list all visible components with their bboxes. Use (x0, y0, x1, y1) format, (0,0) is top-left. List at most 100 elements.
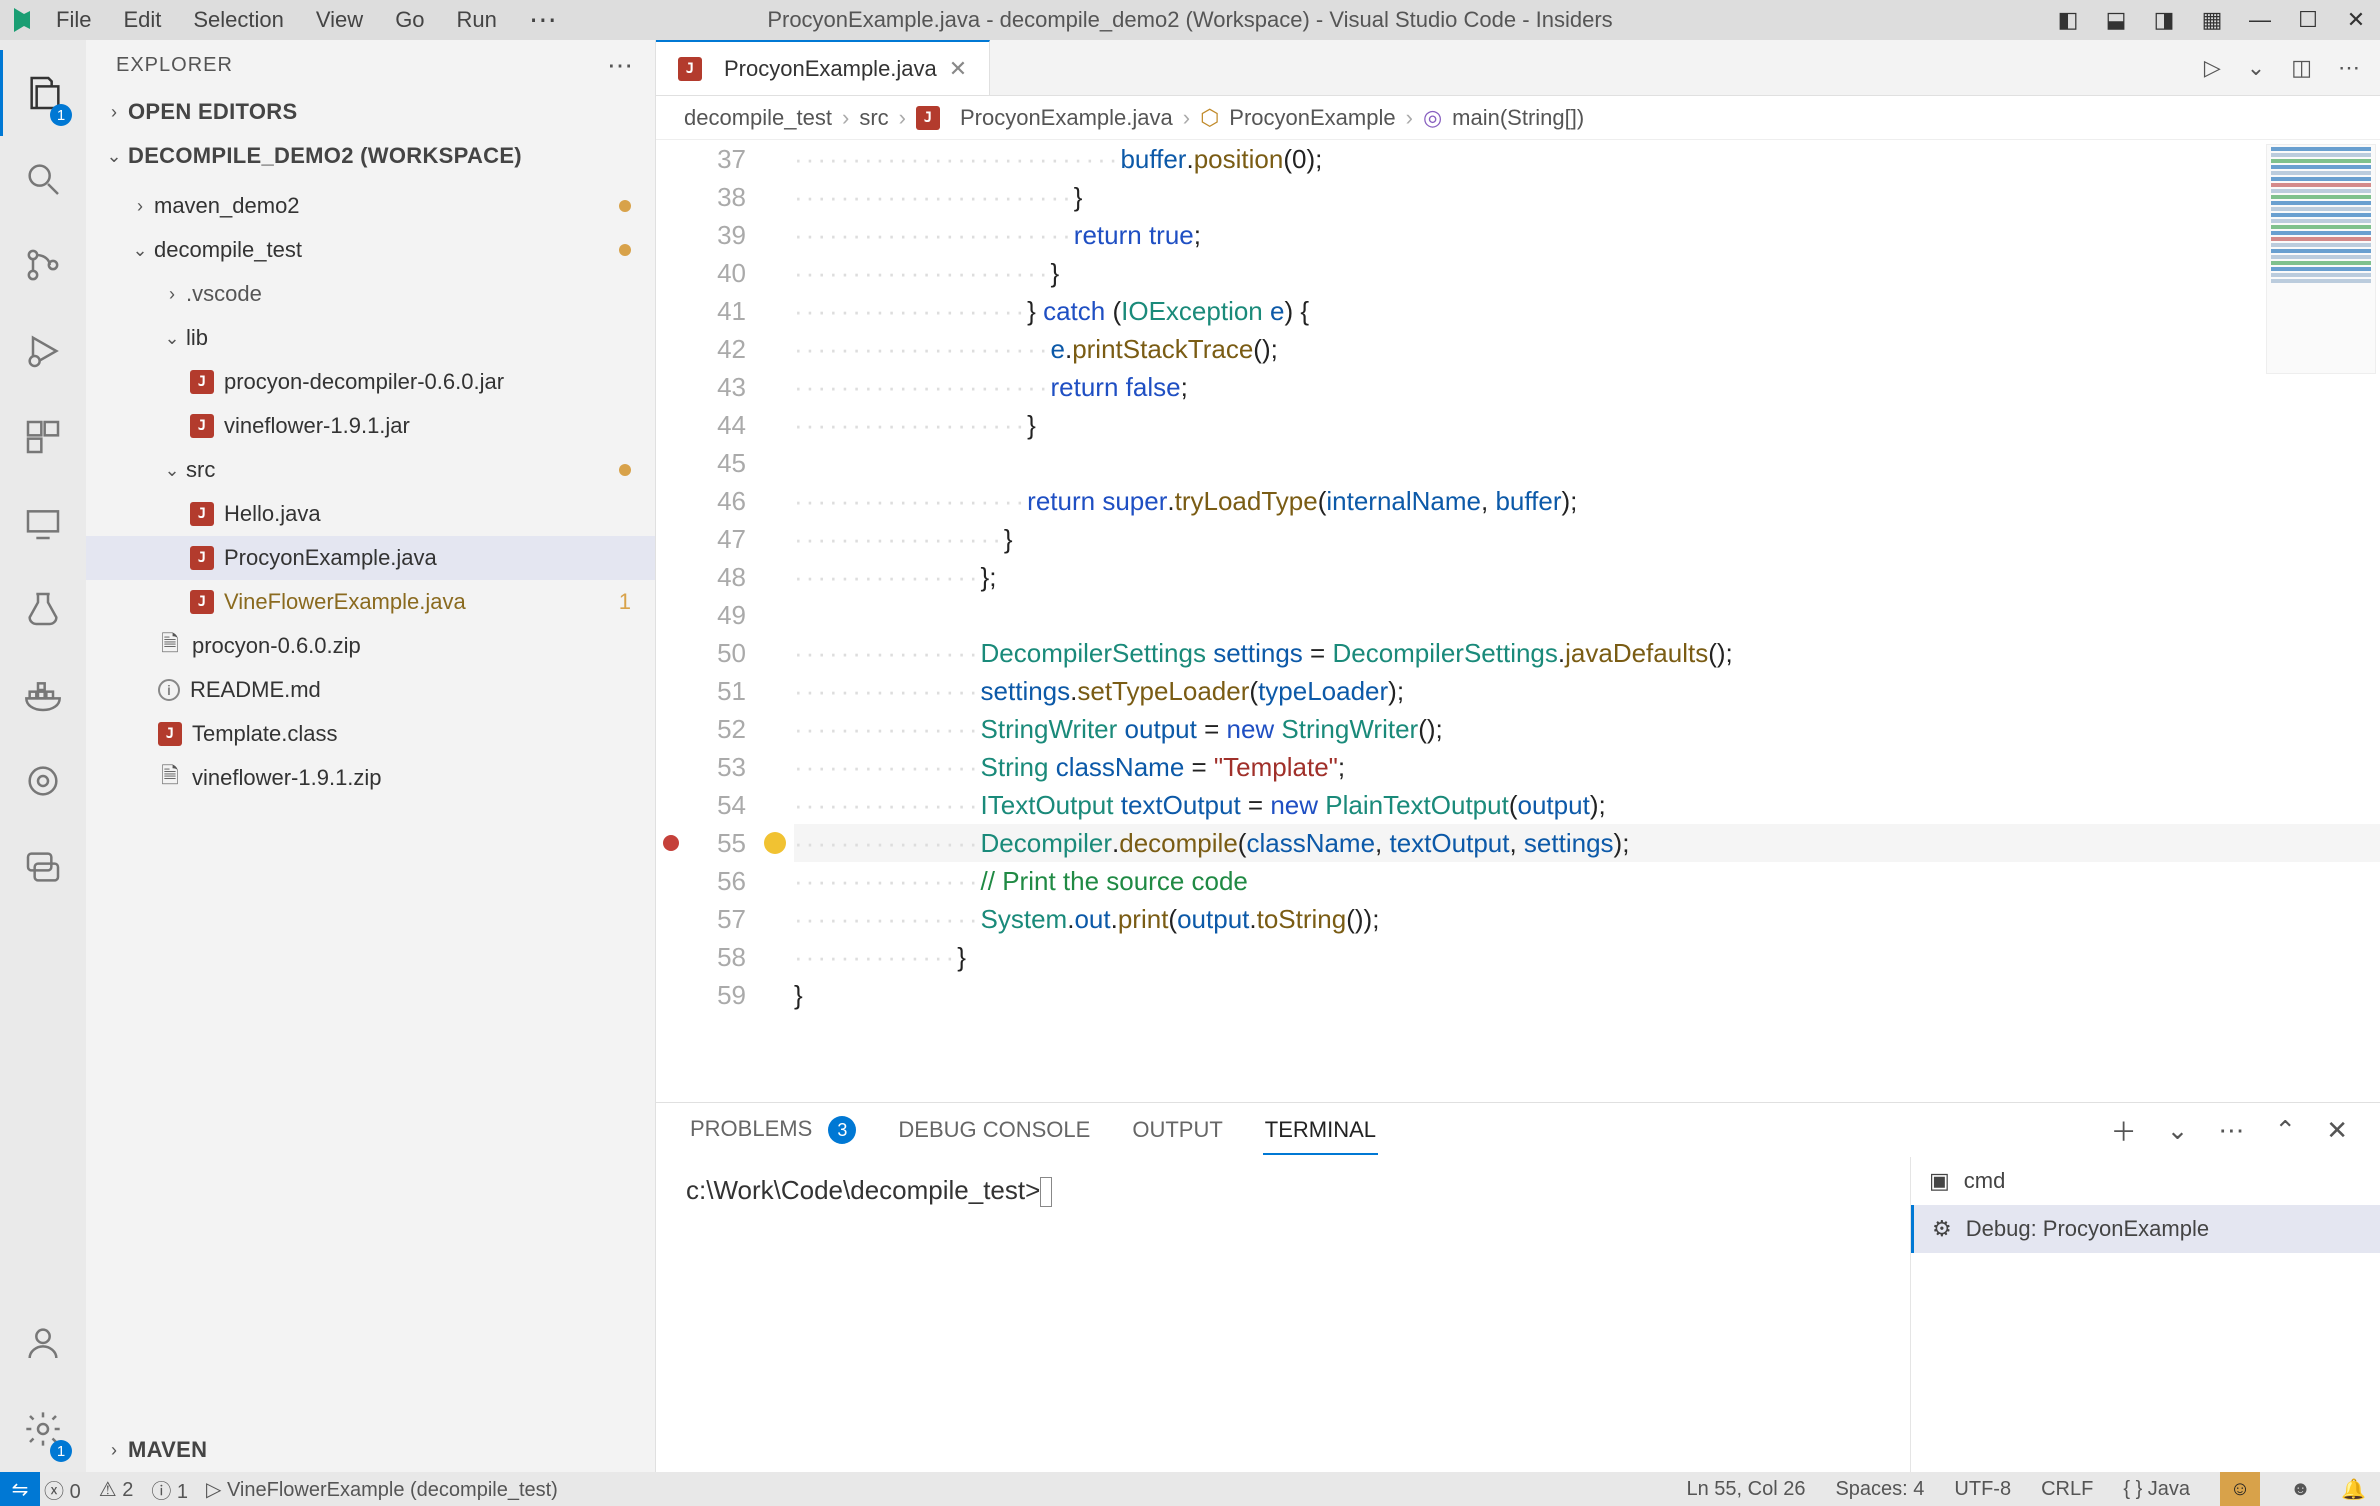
file-label: README.md (190, 677, 321, 703)
panel-maximize-icon[interactable]: ⌃ (2274, 1115, 2296, 1146)
layout-customize-icon[interactable]: ▦ (2188, 0, 2236, 40)
status-indent[interactable]: Spaces: 4 (1835, 1478, 1924, 1501)
editor-more-icon[interactable]: ⋯ (2338, 55, 2360, 81)
file-procyon-zip[interactable]: 🗎 procyon-0.6.0.zip (86, 624, 655, 668)
status-language[interactable]: { } Java (2123, 1478, 2190, 1501)
file-label: VineFlowerExample.java (224, 589, 466, 615)
maven-label: MAVEN (128, 1437, 207, 1463)
editor-tabs: J ProcyonExample.java ✕ ▷ ⌄ ◫ ⋯ (656, 40, 2380, 96)
activity-remote-explorer-icon[interactable] (0, 480, 86, 566)
file-readme-md[interactable]: i README.md (86, 668, 655, 712)
file-lib-1[interactable]: J vineflower-1.9.1.jar (86, 404, 655, 448)
java-file-icon: J (190, 414, 214, 438)
folder-vscode[interactable]: › .vscode (86, 272, 655, 316)
section-workspace[interactable]: ⌄ DECOMPILE_DEMO2 (WORKSPACE) (86, 134, 655, 178)
section-maven[interactable]: › MAVEN (86, 1428, 655, 1472)
split-editor-icon[interactable]: ◫ (2291, 55, 2312, 81)
file-label: procyon-decompiler-0.6.0.jar (224, 369, 504, 395)
java-file-icon: J (916, 106, 940, 130)
new-terminal-icon[interactable]: ＋ (2111, 1112, 2137, 1149)
status-errors[interactable]: ⓧ 0 (44, 1475, 81, 1504)
window-maximize-icon[interactable]: ☐ (2284, 0, 2332, 40)
folder-maven-demo2[interactable]: › maven_demo2 (86, 184, 655, 228)
file-procyon-example-java[interactable]: J ProcyonExample.java (86, 536, 655, 580)
status-feedback-icon[interactable]: ☻ (2290, 1478, 2311, 1501)
file-lib-0[interactable]: J procyon-decompiler-0.6.0.jar (86, 360, 655, 404)
breadcrumb-segment[interactable]: main(String[]) (1452, 105, 1584, 131)
sidebar-more-icon[interactable]: ⋯ (607, 50, 635, 81)
status-encoding[interactable]: UTF-8 (1954, 1478, 2011, 1501)
dirty-indicator-icon (619, 244, 631, 256)
remote-indicator-icon[interactable]: ⇋ (0, 1472, 40, 1506)
folder-decompile-test[interactable]: ⌄ decompile_test (86, 228, 655, 272)
lightbulb-icon[interactable] (764, 832, 786, 854)
terminal-item-debug[interactable]: ⚙ Debug: ProcyonExample (1911, 1205, 2380, 1253)
activity-extensions-icon[interactable] (0, 394, 86, 480)
status-warnings[interactable]: ⚠ 2 (99, 1477, 134, 1502)
panel-tab-output[interactable]: OUTPUT (1130, 1107, 1224, 1153)
terminal-item-cmd[interactable]: ▣ cmd (1911, 1157, 2380, 1205)
breadcrumb[interactable]: decompile_test› src› J ProcyonExample.ja… (656, 96, 2380, 140)
file-hello-java[interactable]: J Hello.java (86, 492, 655, 536)
code-view[interactable]: 3738394041424344454647484950515253545556… (656, 140, 2380, 1102)
problems-badge: 3 (828, 1116, 856, 1144)
file-vineflower-example-java[interactable]: J VineFlowerExample.java 1 (86, 580, 655, 624)
breakpoint-icon[interactable] (663, 835, 679, 851)
layout-primary-sidebar-icon[interactable]: ◧ (2044, 0, 2092, 40)
status-bell-icon[interactable]: 🔔 (2341, 1477, 2366, 1502)
activity-gear-alt-icon[interactable] (0, 738, 86, 824)
file-template-class[interactable]: J Template.class (86, 712, 655, 756)
activity-comments-icon[interactable] (0, 824, 86, 910)
breadcrumb-segment[interactable]: src (859, 105, 888, 131)
status-eol[interactable]: CRLF (2041, 1478, 2093, 1501)
activity-settings-icon[interactable]: 1 (0, 1386, 86, 1472)
activity-account-icon[interactable] (0, 1300, 86, 1386)
panel: PROBLEMS 3 DEBUG CONSOLE OUTPUT TERMINAL… (656, 1102, 2380, 1472)
breadcrumb-segment[interactable]: ProcyonExample.java (960, 105, 1173, 131)
activity-explorer-icon[interactable]: 1 (0, 50, 86, 136)
window-close-icon[interactable]: ✕ (2332, 0, 2380, 40)
open-editors-label: OPEN EDITORS (128, 99, 297, 125)
menu-file[interactable]: File (40, 0, 107, 40)
activity-docker-icon[interactable] (0, 652, 86, 738)
minimap[interactable] (2266, 144, 2376, 374)
menu-more-icon[interactable]: ⋯ (513, 0, 573, 40)
menu-view[interactable]: View (300, 0, 379, 40)
panel-close-icon[interactable]: ✕ (2326, 1115, 2348, 1146)
status-copilot-icon[interactable]: ☺ (2220, 1472, 2260, 1506)
layout-panel-icon[interactable]: ⬓ (2092, 0, 2140, 40)
panel-tab-terminal[interactable]: TERMINAL (1263, 1107, 1378, 1153)
layout-secondary-sidebar-icon[interactable]: ◨ (2140, 0, 2188, 40)
breadcrumb-segment[interactable]: decompile_test (684, 105, 832, 131)
menu-run[interactable]: Run (441, 0, 513, 40)
status-infos[interactable]: ⓘ 1 (151, 1475, 188, 1504)
java-file-icon: J (190, 370, 214, 394)
run-dropdown-icon[interactable]: ⌄ (2247, 55, 2265, 81)
menu-selection[interactable]: Selection (177, 0, 300, 40)
run-icon[interactable]: ▷ (2204, 55, 2221, 81)
status-line-col[interactable]: Ln 55, Col 26 (1686, 1478, 1805, 1501)
panel-tab-debug-console[interactable]: DEBUG CONSOLE (896, 1107, 1092, 1153)
chevron-right-icon: › (100, 1440, 128, 1461)
terminal-prompt: c:\Work\Code\decompile_test> (686, 1175, 1040, 1205)
folder-label: decompile_test (154, 237, 302, 263)
activity-source-control-icon[interactable] (0, 222, 86, 308)
folder-src[interactable]: ⌄ src (86, 448, 655, 492)
panel-more-icon[interactable]: ⋯ (2218, 1115, 2244, 1146)
status-run-target[interactable]: ▷ VineFlowerExample (decompile_test) (206, 1477, 558, 1502)
activity-search-icon[interactable] (0, 136, 86, 222)
close-icon[interactable]: ✕ (949, 56, 967, 82)
window-minimize-icon[interactable]: — (2236, 0, 2284, 40)
tab-procyon-example[interactable]: J ProcyonExample.java ✕ (656, 40, 990, 95)
terminal-split-dropdown-icon[interactable]: ⌄ (2167, 1115, 2189, 1146)
activity-testing-icon[interactable] (0, 566, 86, 652)
menu-edit[interactable]: Edit (107, 0, 177, 40)
file-vineflower-zip[interactable]: 🗎 vineflower-1.9.1.zip (86, 756, 655, 800)
panel-tab-problems[interactable]: PROBLEMS 3 (688, 1106, 858, 1155)
menu-go[interactable]: Go (379, 0, 440, 40)
breadcrumb-segment[interactable]: ProcyonExample (1229, 105, 1395, 131)
folder-lib[interactable]: ⌄ lib (86, 316, 655, 360)
terminal-view[interactable]: c:\Work\Code\decompile_test> (656, 1157, 1910, 1472)
activity-run-debug-icon[interactable] (0, 308, 86, 394)
section-open-editors[interactable]: › OPEN EDITORS (86, 90, 655, 134)
